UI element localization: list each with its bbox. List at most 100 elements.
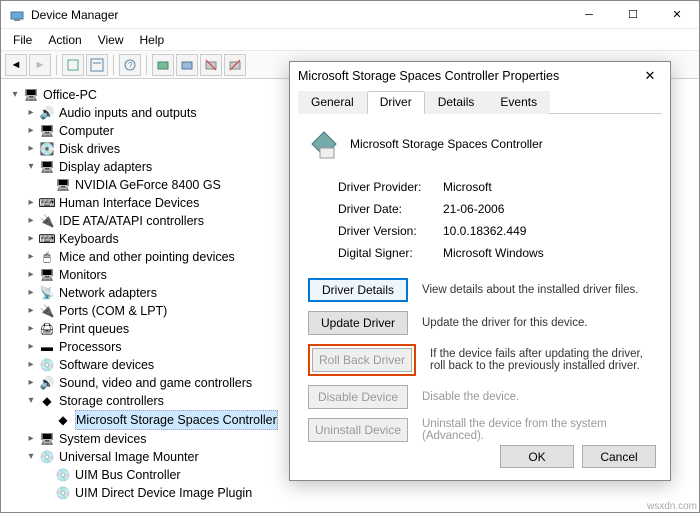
tree-label: Software devices bbox=[59, 356, 154, 374]
expand-arrow-icon[interactable]: ▾ bbox=[9, 86, 21, 104]
tree-label: Microsoft Storage Spaces Controller bbox=[75, 410, 278, 430]
expand-arrow-icon[interactable]: ▸ bbox=[25, 320, 37, 338]
rollback-driver-desc: If the device fails after updating the d… bbox=[430, 348, 652, 372]
show-hidden-button[interactable] bbox=[62, 54, 84, 76]
prop-row: Driver Provider:Microsoft bbox=[338, 176, 652, 198]
device-category-icon: 🖥 bbox=[23, 87, 39, 103]
tab-driver[interactable]: Driver bbox=[367, 91, 425, 114]
menu-file[interactable]: File bbox=[5, 31, 40, 49]
prop-value: 21-06-2006 bbox=[443, 202, 504, 216]
tree-label: Audio inputs and outputs bbox=[59, 104, 197, 122]
tree-label: Sound, video and game controllers bbox=[59, 374, 252, 392]
tree-label: Keyboards bbox=[59, 230, 119, 248]
tree-label: Computer bbox=[59, 122, 114, 140]
prop-row: Driver Date:21-06-2006 bbox=[338, 198, 652, 220]
menu-help[interactable]: Help bbox=[132, 31, 173, 49]
tree-label: Universal Image Mounter bbox=[59, 448, 199, 466]
tree-label: Storage controllers bbox=[59, 392, 164, 410]
properties-button[interactable] bbox=[86, 54, 108, 76]
dialog-close-button[interactable]: ✕ bbox=[630, 62, 670, 90]
maximize-button[interactable]: ☐ bbox=[611, 1, 655, 29]
prop-label: Driver Provider: bbox=[338, 180, 443, 194]
expand-arrow-icon[interactable]: ▸ bbox=[25, 338, 37, 356]
expand-arrow-icon[interactable]: ▾ bbox=[25, 448, 37, 466]
tab-general[interactable]: General bbox=[298, 91, 367, 114]
expand-arrow-icon[interactable]: ▸ bbox=[25, 284, 37, 302]
device-category-icon: ◆ bbox=[39, 393, 55, 409]
disable-device-button[interactable]: Disable Device bbox=[308, 385, 408, 409]
expand-arrow-icon[interactable]: ▸ bbox=[25, 302, 37, 320]
expand-arrow-icon[interactable]: ▸ bbox=[25, 122, 37, 140]
device-category-icon: ◆ bbox=[55, 412, 71, 428]
tree-label: UIM Direct Device Image Plugin bbox=[75, 484, 252, 500]
expand-arrow-icon[interactable]: ▸ bbox=[25, 248, 37, 266]
close-button[interactable]: ✕ bbox=[655, 1, 699, 29]
properties-dialog: Microsoft Storage Spaces Controller Prop… bbox=[289, 61, 671, 481]
tree-label: System devices bbox=[59, 430, 147, 448]
device-category-icon: 💽 bbox=[39, 141, 55, 157]
prop-label: Driver Version: bbox=[338, 224, 443, 238]
device-category-icon: ⌨ bbox=[39, 231, 55, 247]
device-icon bbox=[308, 128, 340, 160]
device-manager-window: Device Manager ─ ☐ ✕ File Action View He… bbox=[0, 0, 700, 513]
uninstall-button[interactable] bbox=[200, 54, 222, 76]
update-driver-button[interactable]: Update Driver bbox=[308, 311, 408, 335]
app-icon bbox=[9, 7, 25, 23]
prop-row: Digital Signer:Microsoft Windows bbox=[338, 242, 652, 264]
tab-events[interactable]: Events bbox=[487, 91, 550, 114]
tab-details[interactable]: Details bbox=[425, 91, 488, 114]
expand-arrow-icon[interactable]: ▸ bbox=[25, 140, 37, 158]
disable-button[interactable] bbox=[224, 54, 246, 76]
device-category-icon: 🔊 bbox=[39, 105, 55, 121]
device-category-icon: 🖥 bbox=[39, 159, 55, 175]
device-category-icon: 🖥 bbox=[55, 177, 71, 193]
device-category-icon: 🔊 bbox=[39, 375, 55, 391]
expand-arrow-icon[interactable]: ▸ bbox=[25, 230, 37, 248]
tree-node[interactable]: 💿UIM Direct Device Image Plugin bbox=[41, 484, 691, 500]
ok-button[interactable]: OK bbox=[500, 445, 574, 468]
expand-arrow-icon[interactable]: ▸ bbox=[25, 104, 37, 122]
back-button[interactable]: ◄ bbox=[5, 54, 27, 76]
tree-label: Processors bbox=[59, 338, 122, 356]
svg-text:?: ? bbox=[128, 61, 133, 70]
driver-props: Driver Provider:MicrosoftDriver Date:21-… bbox=[338, 176, 652, 264]
expand-arrow-icon[interactable]: ▸ bbox=[25, 374, 37, 392]
tree-label: Office-PC bbox=[43, 86, 97, 104]
menu-view[interactable]: View bbox=[90, 31, 132, 49]
expand-arrow-icon[interactable]: ▾ bbox=[25, 392, 37, 410]
uninstall-device-button[interactable]: Uninstall Device bbox=[308, 418, 408, 442]
minimize-button[interactable]: ─ bbox=[567, 1, 611, 29]
expand-arrow-icon[interactable]: ▸ bbox=[25, 212, 37, 230]
expand-arrow-icon[interactable]: ▸ bbox=[25, 356, 37, 374]
prop-label: Digital Signer: bbox=[338, 246, 443, 260]
expand-arrow-icon[interactable]: ▸ bbox=[25, 194, 37, 212]
rollback-driver-button[interactable]: Roll Back Driver bbox=[312, 348, 412, 372]
forward-button[interactable]: ► bbox=[29, 54, 51, 76]
dialog-tabs: General Driver Details Events bbox=[298, 90, 662, 114]
device-category-icon: 🔌 bbox=[39, 303, 55, 319]
device-category-icon: 🖨 bbox=[39, 321, 55, 337]
prop-label: Driver Date: bbox=[338, 202, 443, 216]
driver-details-button[interactable]: Driver Details bbox=[308, 278, 408, 302]
help-button[interactable]: ? bbox=[119, 54, 141, 76]
cancel-button[interactable]: Cancel bbox=[582, 445, 656, 468]
watermark: wsxdn.com bbox=[647, 501, 697, 512]
device-category-icon: ⌨ bbox=[39, 195, 55, 211]
prop-row: Driver Version:10.0.18362.449 bbox=[338, 220, 652, 242]
expand-arrow-icon[interactable]: ▸ bbox=[25, 266, 37, 284]
scan-button[interactable] bbox=[152, 54, 174, 76]
prop-value: 10.0.18362.449 bbox=[443, 224, 526, 238]
menu-action[interactable]: Action bbox=[40, 31, 89, 49]
device-category-icon: 📡 bbox=[39, 285, 55, 301]
update-driver-button[interactable] bbox=[176, 54, 198, 76]
tree-label: Display adapters bbox=[59, 158, 152, 176]
device-category-icon: 💿 bbox=[55, 467, 71, 483]
driver-details-desc: View details about the installed driver … bbox=[422, 284, 652, 296]
expand-arrow-icon[interactable]: ▸ bbox=[25, 430, 37, 448]
expand-arrow-icon[interactable]: ▾ bbox=[25, 158, 37, 176]
device-name: Microsoft Storage Spaces Controller bbox=[350, 137, 543, 151]
device-category-icon: 🖥 bbox=[39, 431, 55, 447]
tree-label: Mice and other pointing devices bbox=[59, 248, 235, 266]
driver-actions: Driver Details View details about the in… bbox=[308, 278, 652, 442]
device-category-icon: 💿 bbox=[39, 449, 55, 465]
